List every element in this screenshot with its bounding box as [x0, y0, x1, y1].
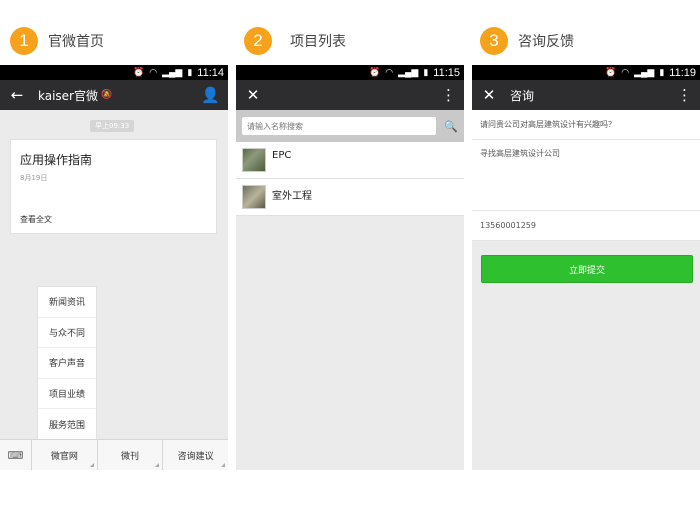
battery-icon: ▮	[423, 67, 429, 77]
step-3: 3 咨询反馈	[480, 27, 574, 55]
popup-menu-item[interactable]: 新闻资讯	[38, 287, 96, 318]
step-1: 1 官微首页	[10, 27, 104, 55]
phone-home: ⏰ ◠ ▂▄▆ ▮ 11:14 ← kaiser官微 🔕 👤 早上09:33 应…	[0, 65, 228, 470]
menu-button-label: 微刊	[121, 451, 140, 462]
timestamp-chip: 早上09:33	[90, 120, 135, 132]
project-thumbnail	[242, 148, 266, 172]
mute-icon: 🔕	[101, 90, 113, 100]
step-label: 项目列表	[290, 34, 346, 50]
menu-button-consult[interactable]: 咨询建议	[163, 440, 228, 470]
article-date: 8月19日	[20, 174, 48, 182]
clock: 11:14	[197, 66, 224, 79]
list-item-label: EPC	[272, 150, 292, 161]
step-number: 3	[480, 27, 508, 55]
clock: 11:19	[669, 66, 696, 79]
menu-button-journal[interactable]: 微刊	[98, 440, 164, 470]
step-label: 咨询反馈	[518, 34, 574, 50]
bottom-menu-bar: ⌨ 微官网 微刊 咨询建议	[0, 439, 228, 470]
search-icon[interactable]: 🔍	[444, 120, 458, 133]
wifi-icon: ◠	[621, 67, 630, 77]
clock: 11:15	[433, 66, 460, 79]
page-title: 咨询	[510, 88, 535, 103]
battery-icon: ▮	[659, 67, 665, 77]
corner-triangle-icon	[155, 463, 160, 467]
signal-icon: ▂▄▆	[398, 67, 419, 77]
chat-title: kaiser官微	[38, 88, 98, 103]
popup-menu-item[interactable]: 与众不同	[38, 318, 96, 348]
title-bar: ✕ 咨询 ⋮	[472, 80, 700, 110]
title-bar: ✕ ⋮	[236, 80, 464, 110]
project-thumbnail	[242, 185, 266, 209]
signal-icon: ▂▄▆	[634, 67, 655, 77]
menu-button-label: 微官网	[50, 451, 78, 462]
phone-project-list: ⏰ ◠ ▂▄▆ ▮ 11:15 ✕ ⋮ 🔍 EPC 室外工程	[236, 65, 464, 470]
close-icon[interactable]: ✕	[244, 86, 262, 104]
menu-button-site[interactable]: 微官网	[32, 440, 98, 470]
step-number: 1	[10, 27, 38, 55]
corner-triangle-icon	[89, 463, 94, 467]
read-full-link[interactable]: 查看全文	[20, 214, 52, 225]
battery-icon: ▮	[187, 67, 193, 77]
status-bar: ⏰ ◠ ▂▄▆ ▮ 11:19	[472, 65, 700, 80]
step-2: 2 项目列表	[244, 27, 346, 55]
question-label: 请问贵公司对高层建筑设计有兴趣吗？	[472, 110, 700, 140]
submit-button[interactable]: 立即提交	[481, 255, 693, 283]
alarm-icon: ⏰	[605, 67, 617, 77]
wifi-icon: ◠	[149, 67, 158, 77]
popup-menu-item[interactable]: 服务范围	[38, 409, 96, 440]
profile-icon[interactable]: 👤	[201, 80, 220, 110]
list-item[interactable]: 室外工程	[236, 179, 464, 216]
phone-number-field[interactable]: 13560001259	[472, 211, 700, 241]
step-label: 官微首页	[48, 34, 104, 50]
close-icon[interactable]: ✕	[480, 86, 498, 104]
article-title: 应用操作指南	[20, 153, 93, 167]
alarm-icon: ⏰	[369, 67, 381, 77]
popup-menu-item[interactable]: 客户声音	[38, 348, 96, 379]
status-bar: ⏰ ◠ ▂▄▆ ▮ 11:14	[0, 65, 228, 80]
more-vertical-icon[interactable]: ⋮	[441, 80, 456, 110]
status-bar: ⏰ ◠ ▂▄▆ ▮ 11:15	[236, 65, 464, 80]
search-bar: 🔍	[236, 110, 464, 142]
back-arrow-icon[interactable]: ←	[8, 86, 26, 104]
popup-menu: 新闻资讯 与众不同 客户声音 项目业绩 服务范围	[37, 286, 97, 441]
menu-button-label: 咨询建议	[177, 451, 214, 462]
search-input[interactable]	[242, 117, 437, 135]
list-item[interactable]: EPC	[236, 142, 464, 179]
phone-consult: ⏰ ◠ ▂▄▆ ▮ 11:19 ✕ 咨询 ⋮ 请问贵公司对高层建筑设计有兴趣吗？…	[472, 65, 700, 470]
wifi-icon: ◠	[385, 67, 394, 77]
signal-icon: ▂▄▆	[162, 67, 183, 77]
message-textarea[interactable]: 寻找高层建筑设计公司	[472, 140, 700, 211]
popup-menu-item[interactable]: 项目业绩	[38, 379, 96, 409]
alarm-icon: ⏰	[133, 67, 145, 77]
keyboard-icon[interactable]: ⌨	[0, 440, 32, 470]
step-number: 2	[244, 27, 272, 55]
more-vertical-icon[interactable]: ⋮	[677, 80, 692, 110]
corner-triangle-icon	[221, 463, 226, 467]
article-card[interactable]: 应用操作指南 8月19日 查看全文	[10, 139, 217, 234]
list-item-label: 室外工程	[272, 191, 312, 202]
title-bar: ← kaiser官微 🔕 👤	[0, 80, 228, 110]
